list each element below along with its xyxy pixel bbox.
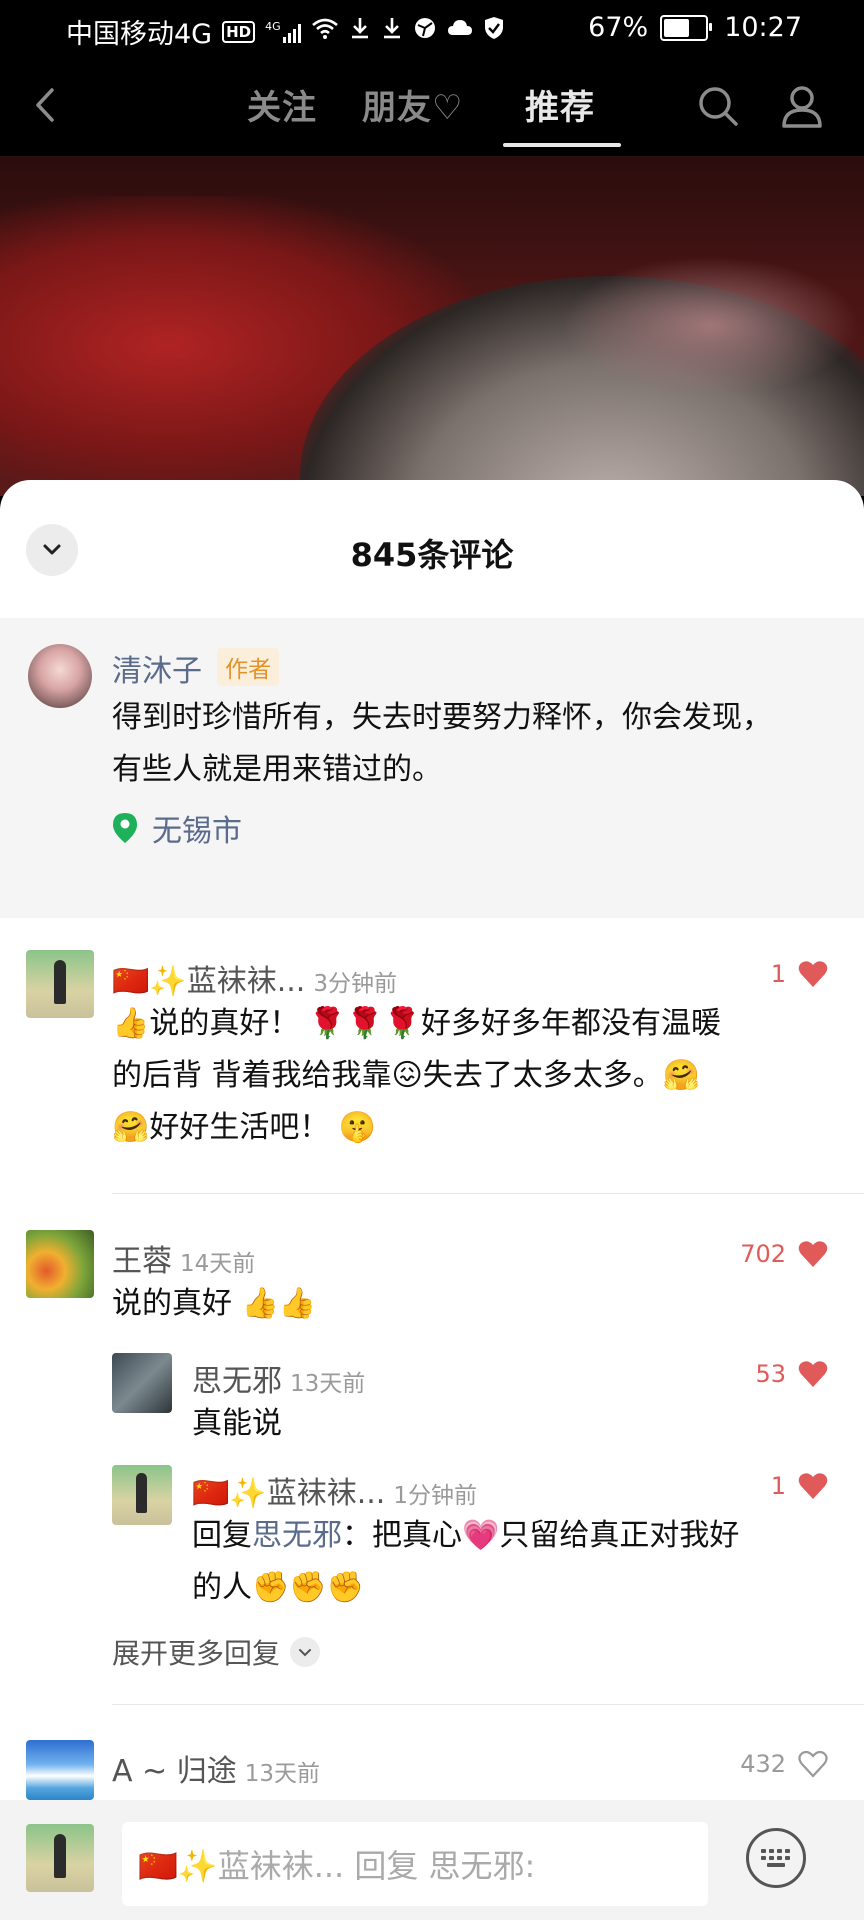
- reply-prefix: 回复: [192, 1518, 252, 1553]
- avatar[interactable]: [112, 1353, 172, 1413]
- like-button[interactable]: 432: [740, 1750, 828, 1778]
- like-count: 1: [770, 960, 786, 988]
- carrier-label: 中国移动4G: [66, 19, 213, 50]
- pinned-author-comment[interactable]: 清沐子 作者 得到时珍惜所有，失去时要努力释怀，你会发现， 有些人就是用来错过的…: [0, 618, 864, 918]
- comment-username[interactable]: 清沐子: [112, 654, 202, 689]
- comment-time: 14天前: [180, 1251, 256, 1277]
- tab-following[interactable]: 关注: [247, 80, 317, 129]
- comment-line: 👍说的真好！ 🌹🌹🌹好多好多年都没有温暖: [112, 1006, 721, 1041]
- back-button[interactable]: [22, 80, 72, 130]
- like-button[interactable]: 1: [771, 960, 828, 988]
- comment-line: 🤗好好生活吧！ 🤫: [112, 1110, 377, 1145]
- user-icon: [782, 86, 822, 128]
- keyboard-button[interactable]: [746, 1828, 806, 1888]
- reply-text: 真能说: [192, 1406, 282, 1441]
- reply-time: 1分钟前: [393, 1483, 477, 1509]
- expand-replies-button[interactable]: 展开更多回复: [112, 1632, 321, 1672]
- author-badge: 作者: [217, 648, 280, 686]
- like-count: 53: [755, 1360, 786, 1388]
- avatar[interactable]: [26, 1740, 94, 1800]
- comment-username[interactable]: A ~ 归途: [112, 1746, 237, 1790]
- comment-line: 的后背 背着我给我靠😖失去了太多太多。🤗: [112, 1058, 701, 1093]
- location-label: 无锡市: [152, 814, 242, 849]
- location-tag[interactable]: 无锡市: [112, 806, 242, 850]
- search-button[interactable]: [694, 82, 742, 130]
- reply-username[interactable]: 🇨🇳✨蓝袜袜...: [192, 1468, 385, 1512]
- like-count: 432: [740, 1750, 786, 1778]
- like-button[interactable]: 53: [755, 1360, 828, 1388]
- reply-input[interactable]: 🇨🇳✨蓝袜袜... 回复 思无邪:: [122, 1822, 708, 1906]
- active-tab-indicator: [503, 143, 621, 147]
- avatar[interactable]: [112, 1465, 172, 1525]
- signal-icon: 4G: [265, 21, 301, 43]
- comment-text: 说的真好 👍👍: [112, 1286, 317, 1321]
- keyboard-icon: [761, 1849, 790, 1867]
- reply-text: 回复思无邪：把真心💗只留给真正对我好 的人✊✊✊: [192, 1510, 739, 1614]
- wifi-icon: [311, 16, 339, 48]
- chevron-down-icon: [290, 1637, 321, 1667]
- tab-recommend[interactable]: 推荐: [525, 80, 595, 129]
- comment-line: 有些人就是用来错过的。: [112, 752, 442, 787]
- comment-username[interactable]: 王蓉: [112, 1236, 172, 1280]
- download-icon: [381, 16, 403, 48]
- like-button[interactable]: 1: [771, 1472, 828, 1500]
- heart-outline-icon: [798, 1750, 828, 1778]
- status-bar: 中国移动4G HD 4G 67% 10:27: [0, 0, 864, 60]
- shield-icon: [483, 16, 505, 48]
- chevron-left-icon: [36, 88, 54, 122]
- heart-icon: [798, 1361, 828, 1387]
- like-button[interactable]: 702: [740, 1240, 828, 1268]
- like-count: 1: [770, 1472, 786, 1500]
- top-nav: 关注 朋友♡ 推荐: [0, 60, 864, 156]
- comment-line: 得到时珍惜所有，失去时要努力释怀，你会发现，: [112, 700, 772, 735]
- like-count: 702: [740, 1240, 786, 1268]
- avatar[interactable]: [28, 644, 92, 708]
- comment-text: 👍说的真好！ 🌹🌹🌹好多好多年都没有温暖 的后背 背着我给我靠😖失去了太多太多。…: [112, 998, 721, 1154]
- download-icon: [349, 16, 371, 48]
- comment-line: 回复思无邪：把真心💗只留给真正对我好: [192, 1510, 739, 1562]
- cloud-icon: [447, 18, 473, 46]
- app-icon: [413, 16, 437, 48]
- divider: [112, 1704, 864, 1705]
- comments-count-title: 845条评论: [350, 536, 514, 574]
- clock: 10:27: [724, 12, 802, 43]
- reply-username[interactable]: 思无邪: [192, 1356, 282, 1400]
- reply-time: 13天前: [290, 1371, 366, 1397]
- video-player[interactable]: [0, 156, 864, 496]
- comment-username[interactable]: 🇨🇳✨蓝袜袜...: [112, 956, 305, 1000]
- search-icon: [699, 87, 738, 126]
- battery-percent: 67%: [588, 12, 649, 43]
- heart-icon: [798, 1473, 828, 1499]
- hd-icon: HD: [222, 20, 256, 43]
- battery-icon: [660, 14, 713, 41]
- avatar[interactable]: [26, 1824, 94, 1892]
- comment-text: 得到时珍惜所有，失去时要努力释怀，你会发现， 有些人就是用来错过的。: [112, 692, 772, 796]
- comment-time: 3分钟前: [313, 971, 397, 997]
- profile-button[interactable]: [778, 82, 826, 130]
- comments-sheet: 845条评论 清沐子 作者 得到时珍惜所有，失去时要努力释怀，你会发现， 有些人…: [0, 480, 864, 1920]
- heart-icon: [798, 1241, 828, 1267]
- reply-body: ：把真心💗只留给真正对我好: [342, 1518, 740, 1553]
- avatar[interactable]: [26, 950, 94, 1018]
- comment-time: 13天前: [244, 1761, 321, 1787]
- comment-line: 的人✊✊✊: [192, 1570, 365, 1605]
- location-pin-icon: [113, 813, 137, 843]
- reply-input-bar: 🇨🇳✨蓝袜袜... 回复 思无邪:: [0, 1800, 864, 1920]
- reply-to-username[interactable]: 思无邪: [252, 1518, 342, 1553]
- avatar[interactable]: [26, 1230, 94, 1298]
- expand-replies-label: 展开更多回复: [112, 1637, 281, 1670]
- divider: [112, 1193, 864, 1194]
- tab-friends[interactable]: 朋友♡: [362, 80, 463, 129]
- heart-icon: [798, 961, 828, 987]
